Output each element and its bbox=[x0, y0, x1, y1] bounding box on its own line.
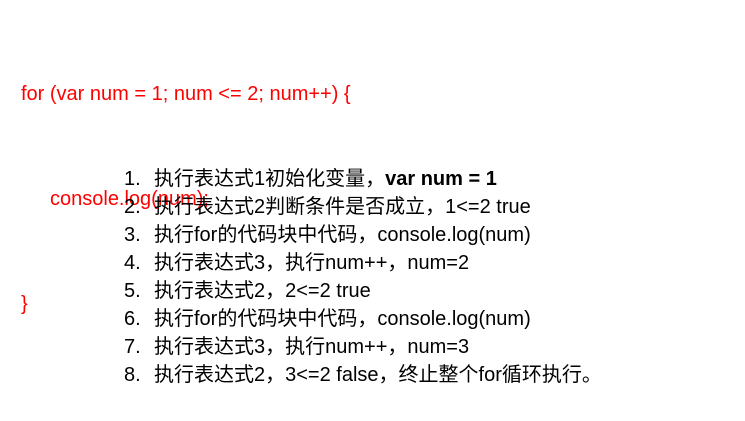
step-text: 执行表达式3，执行num++，num=2 bbox=[154, 252, 470, 274]
step-number: 8. bbox=[124, 364, 141, 386]
step-text: 执行表达式2，3<=2 false，终止整个for循环执行。 bbox=[154, 364, 602, 386]
step-text: 执行表达式3，执行num++，num=3 bbox=[154, 336, 470, 358]
step-item-2: 2. 执行表达式2判断条件是否成立，1<=2 true bbox=[124, 193, 602, 221]
step-text: 执行for的代码块中代码，console.log(num) bbox=[154, 224, 531, 246]
step-emphasis: var num = 1 bbox=[385, 168, 497, 190]
step-number: 1. bbox=[124, 168, 141, 190]
step-item-5: 5. 执行表达式2，2<=2 true bbox=[124, 277, 602, 305]
step-number: 7. bbox=[124, 336, 141, 358]
step-text: 执行表达式2判断条件是否成立，1<=2 true bbox=[154, 196, 531, 218]
step-item-3: 3. 执行for的代码块中代码，console.log(num) bbox=[124, 221, 602, 249]
step-number: 5. bbox=[124, 280, 141, 302]
step-number: 4. bbox=[124, 252, 141, 274]
step-item-7: 7. 执行表达式3，执行num++，num=3 bbox=[124, 333, 602, 361]
step-number: 2. bbox=[124, 196, 141, 218]
step-number: 6. bbox=[124, 308, 141, 330]
step-text: 执行表达式2，2<=2 true bbox=[154, 280, 371, 302]
execution-steps-list: 1. 执行表达式1初始化变量，var num = 1 2. 执行表达式2判断条件是否… bbox=[124, 165, 602, 389]
step-item-8: 8. 执行表达式2，3<=2 false，终止整个for循环执行。 bbox=[124, 361, 602, 389]
code-line-for-header: for (var num = 1; num <= 2; num++) { bbox=[21, 83, 351, 105]
step-item-1: 1. 执行表达式1初始化变量，var num = 1 bbox=[124, 165, 602, 193]
step-number: 3. bbox=[124, 224, 141, 246]
step-item-6: 6. 执行for的代码块中代码，console.log(num) bbox=[124, 305, 602, 333]
step-text: 执行for的代码块中代码，console.log(num) bbox=[154, 308, 531, 330]
step-text: 执行表达式1初始化变量， bbox=[154, 168, 386, 190]
step-item-4: 4. 执行表达式3，执行num++，num=2 bbox=[124, 249, 602, 277]
